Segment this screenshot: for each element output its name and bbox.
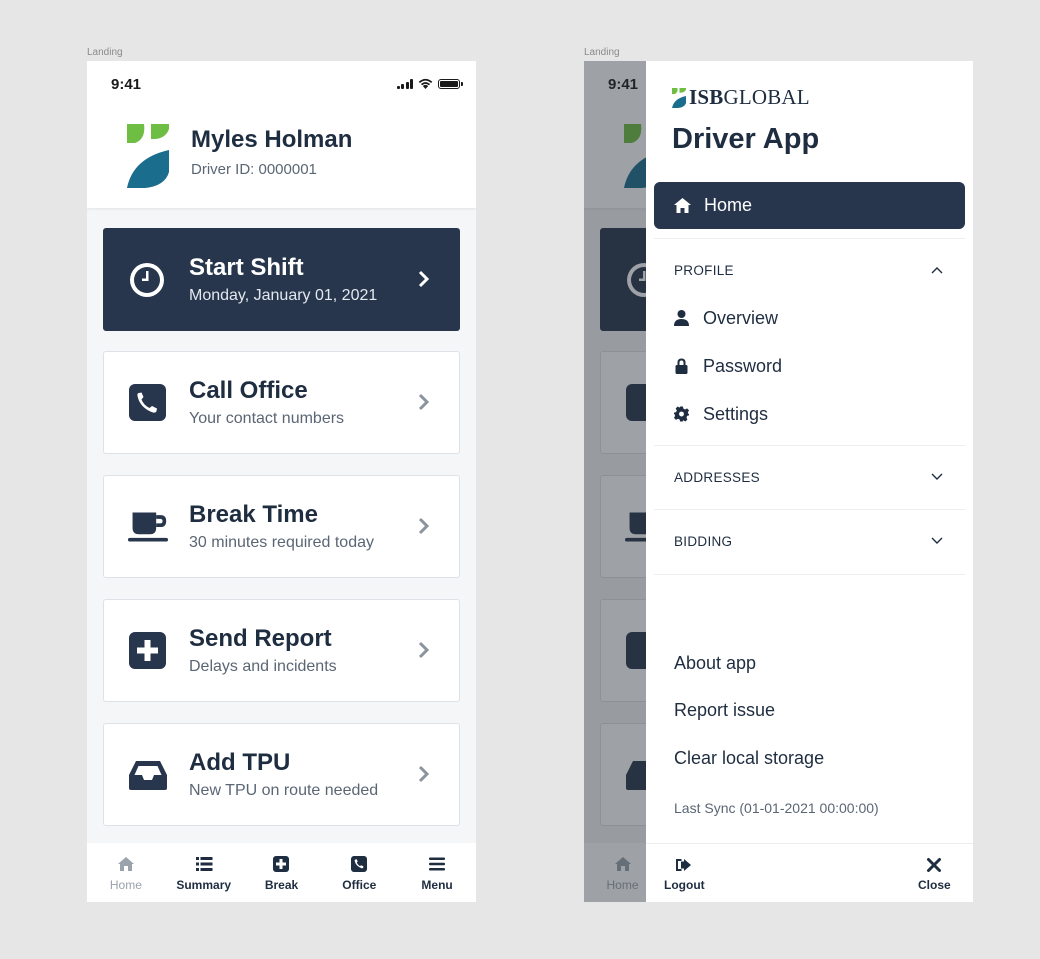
card-title: Add TPU xyxy=(189,749,291,776)
nav-label: Office xyxy=(342,878,377,892)
section-addresses[interactable]: ADDRESSES xyxy=(654,458,965,498)
list-icon xyxy=(195,857,213,871)
wifi-icon xyxy=(418,78,433,89)
section-label: BIDDING xyxy=(674,534,733,549)
send-report-card[interactable]: Send Report Delays and incidents xyxy=(103,599,460,702)
gear-icon xyxy=(674,406,689,422)
menu-item-label: Settings xyxy=(703,403,769,424)
status-time: 9:41 xyxy=(111,76,142,93)
plus-square-icon xyxy=(129,632,166,669)
driver-name: Myles Holman xyxy=(191,126,353,153)
phone-icon xyxy=(351,856,368,872)
card-subtitle: New TPU on route needed xyxy=(189,782,379,799)
menu-item-settings[interactable]: Settings xyxy=(654,396,965,432)
menu-item-label: Password xyxy=(703,355,783,376)
menu-item-label: Home xyxy=(704,195,753,215)
section-label: PROFILE xyxy=(674,263,734,278)
nav-break[interactable]: Break xyxy=(243,843,321,902)
card-title: Send Report xyxy=(189,625,332,652)
card-subtitle: 30 minutes required today xyxy=(189,534,374,551)
landing-screen: Myles Holman Driver ID: 0000001 9:41 Sta… xyxy=(87,61,476,902)
nav-label: Home xyxy=(109,878,142,892)
nav-office[interactable]: Office xyxy=(320,843,398,902)
frame-label: Landing xyxy=(87,47,123,58)
landing-menu-screen: 9:41 Home ISBGLOBAL Driver App Home PROF… xyxy=(584,61,973,902)
card-subtitle: Delays and incidents xyxy=(189,658,337,675)
start-shift-card[interactable]: Start Shift Monday, January 01, 2021 xyxy=(103,228,460,331)
user-icon xyxy=(674,310,689,326)
last-sync-text: Last Sync (01-01-2021 00:00:00) xyxy=(674,800,879,816)
card-title: Break Time xyxy=(189,501,318,528)
section-profile[interactable]: PROFILE xyxy=(654,251,965,291)
nav-home[interactable]: Home xyxy=(87,843,165,902)
driver-id: Driver ID: 0000001 xyxy=(191,161,317,178)
divider xyxy=(654,574,965,575)
clock-icon xyxy=(130,263,164,297)
break-time-card[interactable]: Break Time 30 minutes required today xyxy=(103,475,460,578)
drawer-title: Driver App xyxy=(672,123,820,155)
chevron-right-icon xyxy=(418,517,430,535)
side-menu-drawer: ISBGLOBAL Driver App Home PROFILE Overvi… xyxy=(646,61,973,902)
brand-name-rest: GLOBAL xyxy=(723,85,810,109)
leaf-logo-icon xyxy=(672,87,686,108)
add-tpu-card[interactable]: Add TPU New TPU on route needed xyxy=(103,723,460,826)
card-title: Call Office xyxy=(189,377,308,404)
plus-square-icon xyxy=(273,856,290,872)
card-subtitle: Your contact numbers xyxy=(189,410,345,427)
status-bar: 9:41 xyxy=(87,61,476,105)
nav-label: Menu xyxy=(421,878,453,892)
home-icon xyxy=(674,198,691,213)
divider xyxy=(654,445,965,446)
home-icon xyxy=(117,857,134,871)
call-office-card[interactable]: Call Office Your contact numbers xyxy=(103,351,460,454)
chevron-right-icon xyxy=(418,393,430,411)
menu-item-home[interactable]: Home xyxy=(654,182,965,229)
close-icon xyxy=(927,858,942,872)
section-bidding[interactable]: BIDDING xyxy=(654,522,965,562)
nav-menu[interactable]: Menu xyxy=(398,843,476,902)
menu-item-overview[interactable]: Overview xyxy=(654,300,965,336)
drawer-footer: Logout Close xyxy=(646,843,973,902)
chevron-up-icon xyxy=(931,267,943,274)
about-app-link[interactable]: About app xyxy=(674,653,756,674)
phone-icon xyxy=(129,384,166,421)
card-title: Start Shift xyxy=(189,254,304,281)
nav-label: Break xyxy=(264,878,299,892)
logout-label: Logout xyxy=(664,878,705,892)
menu-item-label: Overview xyxy=(703,307,779,328)
cellular-signal-icon xyxy=(396,78,413,89)
menu-item-password[interactable]: Password xyxy=(654,348,965,384)
chevron-right-icon xyxy=(418,641,430,659)
logout-button[interactable]: Logout xyxy=(664,856,705,892)
frame-label: Landing xyxy=(584,47,620,58)
chevron-right-icon xyxy=(418,765,430,783)
chevron-right-icon xyxy=(418,270,430,288)
nav-summary[interactable]: Summary xyxy=(165,843,243,902)
report-issue-link[interactable]: Report issue xyxy=(674,700,775,721)
lock-icon xyxy=(675,358,688,374)
inbox-tray-icon xyxy=(129,761,167,790)
close-label: Close xyxy=(918,878,951,892)
card-subtitle: Monday, January 01, 2021 xyxy=(189,287,378,304)
brand-logo: ISBGLOBAL xyxy=(672,85,810,110)
coffee-cup-icon xyxy=(128,512,168,542)
nav-label: Summary xyxy=(176,878,232,892)
divider xyxy=(654,238,965,239)
brand-name-bold: ISB xyxy=(689,85,724,109)
section-label: ADDRESSES xyxy=(674,470,760,485)
logout-icon xyxy=(676,859,692,871)
close-button[interactable]: Close xyxy=(918,856,951,892)
chevron-down-icon xyxy=(931,537,943,544)
clear-local-storage-link[interactable]: Clear local storage xyxy=(674,748,824,769)
battery-icon xyxy=(438,78,463,89)
hamburger-icon xyxy=(429,857,446,871)
bottom-nav: Home Summary Break Office Menu xyxy=(87,843,476,902)
chevron-down-icon xyxy=(931,473,943,480)
leaf-logo-icon xyxy=(127,124,169,188)
divider xyxy=(654,509,965,510)
